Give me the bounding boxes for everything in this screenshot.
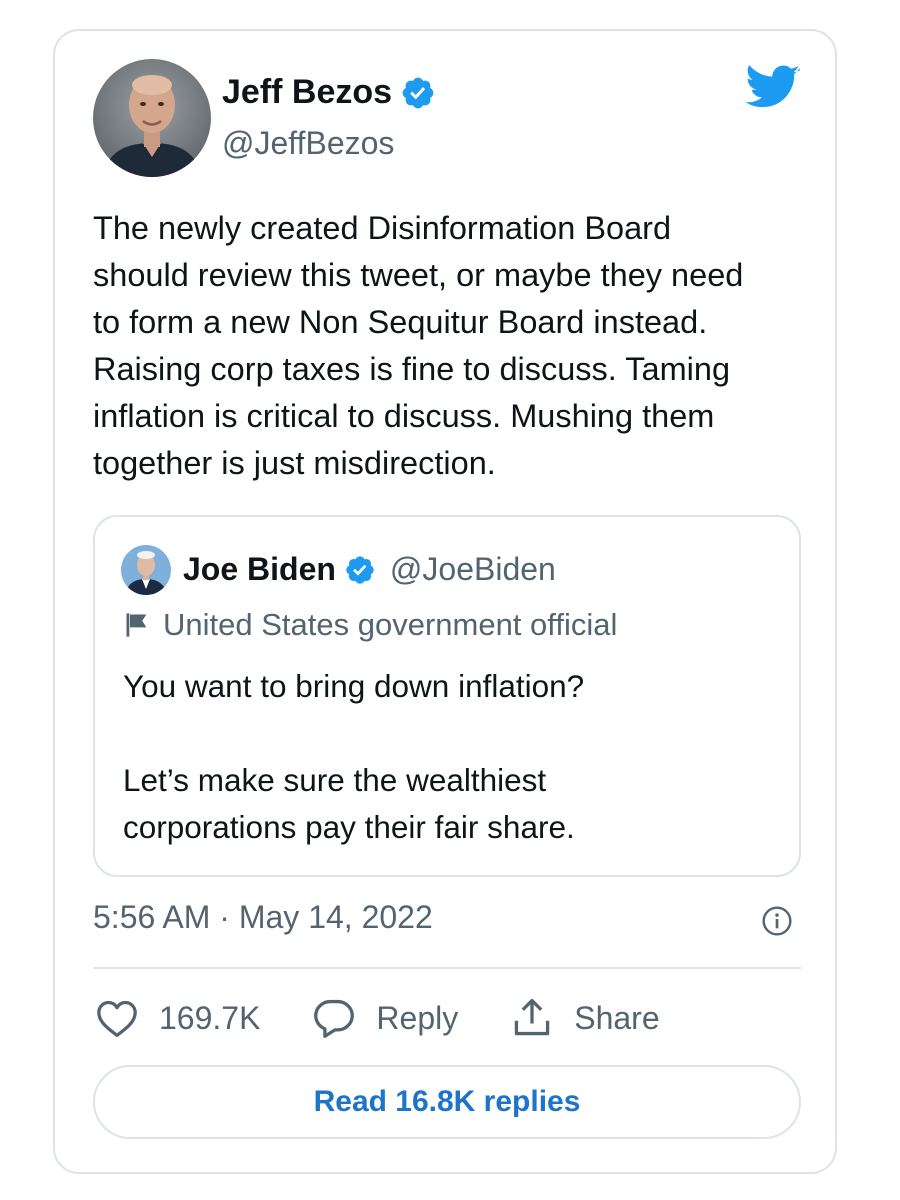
reply-button[interactable]: Reply	[312, 997, 458, 1039]
twitter-bird-icon[interactable]	[745, 65, 801, 111]
quoted-tweet-text: You want to bring down inflation? Let’s …	[123, 663, 773, 851]
quoted-author-name[interactable]: Joe Biden	[183, 551, 336, 588]
share-upload-icon	[515, 998, 550, 1036]
tweet-timestamp[interactable]: 5:56 AM · May 14, 2022	[93, 899, 433, 936]
quoted-text-line	[123, 710, 773, 757]
quoted-text-line: corporations pay their fair share.	[123, 809, 575, 845]
heart-icon	[97, 1000, 137, 1037]
tweet-card: Jeff Bezos @JeffBezos The newly created …	[53, 29, 837, 1174]
author-name-text[interactable]: Jeff Bezos	[222, 73, 392, 112]
government-label-text: United States government official	[163, 607, 618, 642]
speech-bubble-icon	[314, 999, 355, 1038]
tweet-text-line: together is just misdirection.	[93, 445, 496, 481]
author-avatar[interactable]	[93, 59, 211, 177]
quoted-author-avatar[interactable]	[121, 545, 171, 595]
tweet-text-line: The newly created Disinformation Board	[93, 210, 672, 246]
author-name[interactable]: Jeff Bezos	[222, 73, 436, 112]
quoted-tweet[interactable]: Joe Biden @JoeBiden United States govern…	[93, 515, 801, 877]
quoted-author[interactable]: Joe Biden @JoeBiden	[183, 551, 556, 588]
quoted-author-handle[interactable]: @JoeBiden	[390, 551, 556, 588]
tweet-text-line: to form a new Non Sequitur Board instead…	[93, 304, 708, 340]
like-button[interactable]: 169.7K	[95, 998, 260, 1038]
share-label: Share	[574, 999, 660, 1036]
tweet-text-line: should review this tweet, or maybe they …	[93, 257, 744, 293]
author-handle[interactable]: @JeffBezos	[222, 125, 394, 162]
verified-badge-icon	[346, 555, 374, 584]
government-label[interactable]: United States government official	[123, 607, 617, 643]
quoted-text-line: You want to bring down inflation?	[123, 668, 585, 704]
reply-label: Reply	[376, 999, 459, 1036]
flag-icon	[126, 613, 147, 637]
info-icon[interactable]	[761, 905, 793, 937]
quoted-text-line: Let’s make sure the wealthiest	[123, 762, 547, 798]
tweet-text-line: Raising corp taxes is fine to discuss. T…	[93, 351, 731, 387]
read-replies-button[interactable]: Read 16.8K replies	[93, 1065, 801, 1139]
verified-badge-icon	[402, 77, 434, 108]
tweet-actions: 169.7K Reply Share	[95, 993, 712, 1043]
divider	[93, 967, 801, 969]
tweet-text: The newly created Disinformation Board s…	[93, 205, 803, 487]
like-count: 169.7K	[159, 999, 261, 1036]
share-button[interactable]: Share	[510, 996, 660, 1040]
tweet-text-line: inflation is critical to discuss. Mushin…	[93, 398, 715, 434]
